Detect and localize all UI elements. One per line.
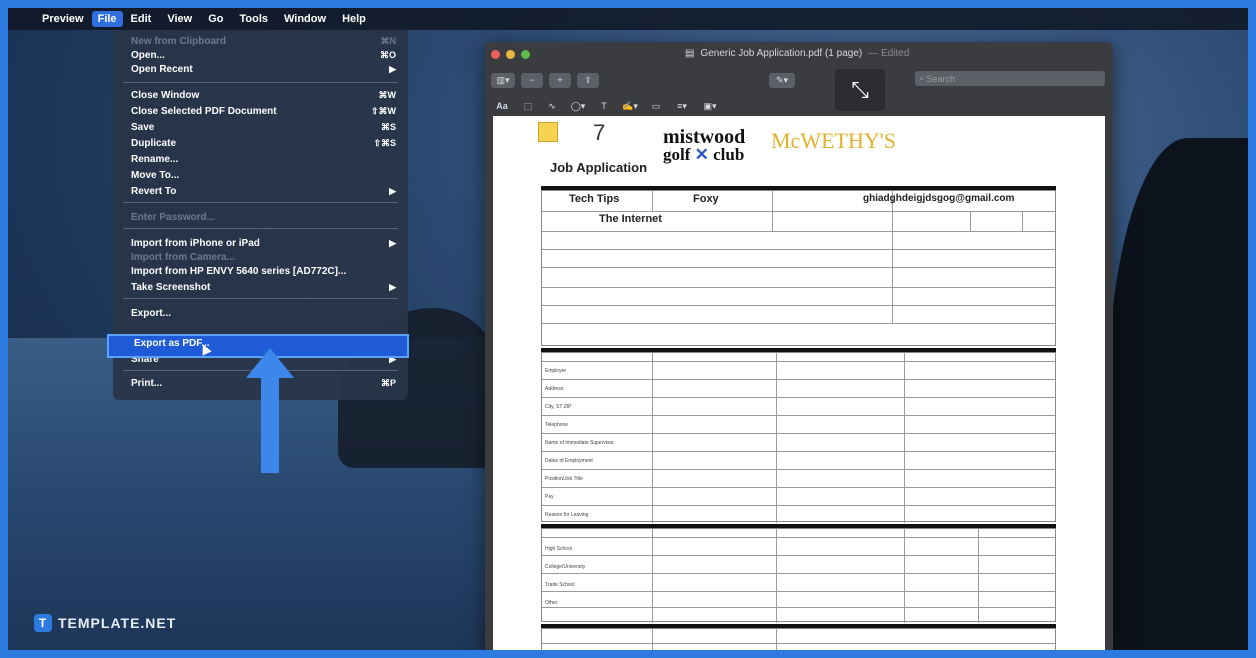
line-style-icon[interactable]: ≡▾ bbox=[671, 99, 693, 114]
first-name-value[interactable]: Tech Tips bbox=[569, 193, 619, 205]
last-name-value[interactable]: Foxy bbox=[693, 193, 719, 205]
logo1-line2: golf bbox=[663, 145, 691, 164]
menu-item-duplicate[interactable]: Duplicate ⇧⌘S bbox=[131, 136, 396, 150]
window-edited-status: — Edited bbox=[868, 48, 910, 59]
menu-item-export[interactable]: Export... bbox=[131, 306, 396, 320]
border-color-icon[interactable]: ▣▾ bbox=[699, 99, 721, 114]
sticky-note-icon[interactable] bbox=[538, 122, 558, 142]
zoom-out-button[interactable]: − bbox=[521, 72, 543, 88]
preview-window: ▤ Generic Job Application.pdf (1 page) —… bbox=[485, 42, 1113, 650]
menu-item-move-to[interactable]: Move To... bbox=[131, 168, 396, 182]
menu-item-close-window[interactable]: Close Window ⌘W bbox=[131, 88, 396, 102]
minimize-window-button[interactable] bbox=[506, 49, 515, 59]
pdf-page[interactable]: 7 Job Application mistwood golf ✕ club M… bbox=[493, 116, 1105, 650]
references-grid bbox=[541, 628, 1056, 650]
mcwethys-logo: McWETHY'S bbox=[771, 128, 896, 153]
markup-pen-button[interactable]: ✎▾ bbox=[769, 72, 795, 88]
desktop: Preview File Edit View Go Tools Window H… bbox=[8, 8, 1248, 650]
address-value[interactable]: The Internet bbox=[599, 213, 662, 225]
logo1-line1: mistwood bbox=[663, 126, 746, 148]
menu-item-open-recent[interactable]: Open Recent ▶ bbox=[131, 62, 396, 76]
golf-flag-icon: ✕ bbox=[694, 145, 709, 164]
menu-item-import-iphone[interactable]: Import from iPhone or iPad ▶ bbox=[131, 236, 396, 250]
menu-item-save[interactable]: Save ⌘S bbox=[131, 120, 396, 134]
text-box-icon[interactable]: T bbox=[595, 99, 613, 114]
rect-select-icon[interactable]: ⬚ bbox=[519, 99, 537, 114]
menu-file[interactable]: File bbox=[91, 11, 123, 27]
search-icon: ⌕ bbox=[919, 73, 927, 83]
shapes-icon[interactable]: ◯▾ bbox=[567, 99, 589, 114]
mistwood-logo: mistwood golf ✕ club bbox=[663, 126, 746, 164]
share-button[interactable]: ⇪ bbox=[577, 72, 599, 88]
arrow-up-shaft bbox=[261, 373, 279, 473]
menu-tools[interactable]: Tools bbox=[231, 13, 276, 25]
menu-separator bbox=[123, 298, 398, 299]
education-grid bbox=[541, 528, 1056, 623]
sketch-icon[interactable]: ∿ bbox=[543, 99, 561, 114]
document-icon: ▤ bbox=[685, 48, 695, 59]
zoom-window-button[interactable] bbox=[521, 49, 530, 59]
desktop-cliff-right bbox=[1108, 138, 1248, 650]
document-title: Job Application bbox=[550, 160, 648, 175]
work-experience-grid bbox=[541, 352, 1056, 523]
template-logo-icon: T bbox=[34, 614, 52, 632]
menu-help[interactable]: Help bbox=[334, 13, 374, 25]
menu-view[interactable]: View bbox=[159, 13, 200, 25]
menu-item-new-from-clipboard: New from Clipboard ⌘N bbox=[131, 35, 396, 47]
menu-separator bbox=[123, 202, 398, 203]
page-mark: 7 bbox=[593, 120, 606, 145]
menu-go[interactable]: Go bbox=[200, 13, 231, 25]
menu-separator bbox=[123, 82, 398, 83]
menu-preview[interactable]: Preview bbox=[34, 13, 92, 25]
zoom-in-button[interactable]: + bbox=[549, 72, 571, 88]
window-title: ▤ Generic Job Application.pdf (1 page) —… bbox=[685, 48, 909, 59]
search-input[interactable]: ⌕ Search bbox=[915, 71, 1105, 86]
close-window-button[interactable] bbox=[491, 49, 500, 59]
menu-item-enter-password: Enter Password... bbox=[131, 211, 215, 223]
note-icon[interactable]: ▭ bbox=[647, 99, 665, 114]
email-value[interactable]: ghiadghdeigjdsgog@gmail.com bbox=[863, 193, 1014, 204]
menu-item-open[interactable]: Open... ⌘O bbox=[131, 48, 396, 62]
menu-window[interactable]: Window bbox=[276, 13, 334, 25]
watermark: T TEMPLATE.NET bbox=[34, 614, 176, 632]
education-row-labels: High School College/University Trade Sch… bbox=[545, 546, 586, 606]
text-select-button[interactable]: Aa bbox=[491, 99, 513, 114]
menu-item-revert-to[interactable]: Revert To ▶ bbox=[131, 184, 396, 198]
work-row-labels: Employer Address City, ST ZIP Telephone … bbox=[545, 368, 614, 518]
markup-toolbar: Aa ⬚ ∿ ◯▾ T ✍▾ ▭ ≡▾ ▣▾ bbox=[485, 94, 1113, 118]
menu-item-close-selected-pdf[interactable]: Close Selected PDF Document ⇧⌘W bbox=[131, 104, 396, 118]
watermark-text: TEMPLATE.NET bbox=[58, 615, 177, 631]
window-title-text: Generic Job Application.pdf (1 page) bbox=[700, 48, 863, 59]
logo1-line3: club bbox=[713, 145, 745, 164]
sidebar-toggle-button[interactable]: ▥▾ bbox=[491, 72, 515, 88]
menu-separator bbox=[123, 228, 398, 229]
window-titlebar: ▤ Generic Job Application.pdf (1 page) —… bbox=[485, 42, 1113, 66]
sign-icon[interactable]: ✍▾ bbox=[619, 99, 641, 114]
search-placeholder: Search bbox=[926, 73, 956, 84]
menu-bar: Preview File Edit View Go Tools Window H… bbox=[8, 8, 1248, 30]
menu-item-import-hp[interactable]: Import from HP ENVY 5640 series [AD772C]… bbox=[131, 264, 396, 278]
menu-item-rename[interactable]: Rename... bbox=[131, 152, 396, 166]
menu-item-import-camera: Import from Camera... bbox=[131, 251, 235, 263]
menu-item-take-screenshot[interactable]: Take Screenshot ▶ bbox=[131, 280, 396, 294]
menu-edit[interactable]: Edit bbox=[123, 13, 160, 25]
